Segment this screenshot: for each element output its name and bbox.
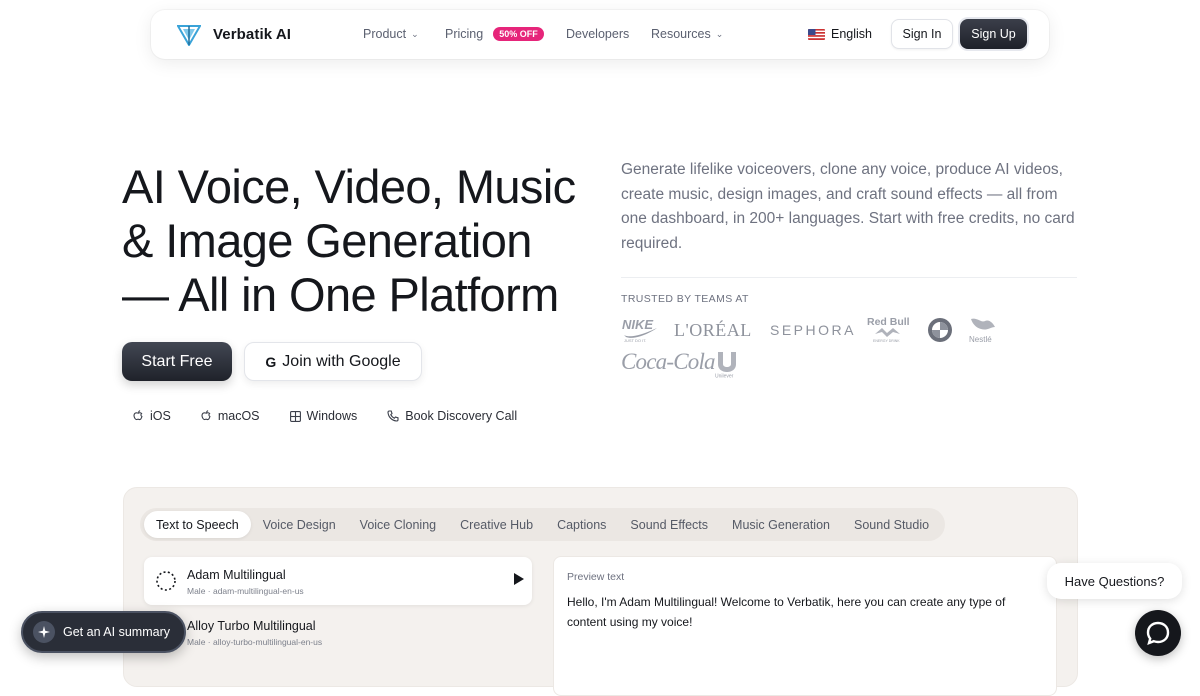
nav-developers-label: Developers: [566, 27, 630, 41]
chevron-down-icon: ⌄: [715, 28, 724, 39]
book-call-label: Book Discovery Call: [405, 409, 518, 423]
sparkle-icon: [33, 621, 55, 643]
apple-icon: [133, 409, 143, 420]
sephora-logo: SEPHORA: [770, 322, 856, 338]
join-google-label: Join with Google: [282, 352, 401, 370]
join-with-google-button[interactable]: G Join with Google: [244, 342, 422, 381]
windows-label: Windows: [306, 409, 358, 423]
sign-in-button[interactable]: Sign In: [891, 19, 953, 49]
svg-text:JUST DO IT.: JUST DO IT.: [624, 338, 646, 343]
have-questions-bubble[interactable]: Have Questions?: [1047, 563, 1182, 599]
preview-label: Preview text: [567, 571, 625, 583]
unilever-logo: Unilever: [714, 350, 740, 383]
voice-name: Alloy Turbo Multilingual: [187, 619, 316, 633]
apple-icon: [201, 409, 211, 420]
nav-resources[interactable]: Resources ⌄: [651, 27, 723, 41]
nav-product-label: Product: [363, 27, 407, 41]
hero-title-line: — All in One Platform: [122, 268, 559, 321]
trusted-by-label: TRUSTED BY TEAMS AT: [621, 293, 749, 305]
voice-avatar-icon: [156, 571, 176, 591]
macos-label: macOS: [217, 409, 260, 423]
product-demo-panel: Text to Speech Voice Design Voice Clonin…: [123, 487, 1078, 696]
hero-title-line: AI Voice, Video, Music: [122, 160, 576, 213]
tab-music-generation[interactable]: Music Generation: [720, 511, 842, 538]
nav-developers[interactable]: Developers: [566, 27, 629, 41]
bmw-logo: [927, 317, 953, 348]
platform-links: iOS macOS Windows Book Discovery Call: [133, 409, 547, 423]
discount-badge: 50% OFF: [493, 27, 544, 41]
voice-meta: Male · alloy-turbo-multilingual-en-us: [187, 637, 323, 647]
tab-voice-cloning[interactable]: Voice Cloning: [348, 511, 448, 538]
book-discovery-call-link[interactable]: Book Discovery Call: [387, 409, 517, 423]
redbull-logo: Red Bull ENERGY DRINK: [867, 315, 910, 348]
windows-icon: [289, 410, 301, 422]
ai-summary-label: Get an AI summary: [63, 625, 170, 639]
nike-logo: NIKE JUST DO IT.: [621, 315, 659, 348]
verbatik-logo-icon[interactable]: [177, 24, 201, 46]
voice-list-item[interactable]: Alloy Turbo Multilingual Male · alloy-tu…: [144, 608, 532, 656]
chat-button[interactable]: [1135, 610, 1181, 656]
nav-resources-label: Resources: [651, 27, 711, 41]
start-free-button[interactable]: Start Free: [122, 342, 232, 381]
language-label: English: [831, 27, 872, 41]
ios-link[interactable]: iOS: [133, 409, 171, 423]
preview-text-box[interactable]: Preview text Hello, I'm Adam Multilingua…: [553, 556, 1057, 696]
coca-cola-logo: Coca-Cola: [621, 349, 716, 374]
hero-title: AI Voice, Video, Music & Image Generatio…: [122, 160, 602, 322]
nestle-logo: Nestlé: [967, 315, 999, 350]
hero-description: Generate lifelike voiceovers, clone any …: [621, 161, 1075, 252]
nav-pricing[interactable]: Pricing 50% OFF: [445, 27, 544, 41]
feature-tabs: Text to Speech Voice Design Voice Clonin…: [140, 508, 946, 541]
svg-text:Nestlé: Nestlé: [969, 335, 992, 344]
macos-link[interactable]: macOS: [201, 409, 260, 423]
us-flag-icon: [808, 28, 825, 40]
phone-icon: [387, 410, 399, 422]
chat-bubble-icon: [1146, 621, 1170, 645]
loreal-logo: L'ORÉAL: [674, 320, 752, 340]
voice-list-item[interactable]: Adam Multilingual Male · adam-multilingu…: [144, 557, 532, 605]
windows-link[interactable]: Windows: [289, 409, 358, 423]
hero-title-line: & Image Generation: [122, 214, 532, 267]
voice-name: Adam Multilingual: [187, 568, 286, 582]
svg-text:Red Bull: Red Bull: [867, 316, 909, 328]
tab-creative-hub[interactable]: Creative Hub: [448, 511, 545, 538]
language-selector[interactable]: English: [808, 27, 872, 41]
tab-captions[interactable]: Captions: [545, 511, 618, 538]
voice-meta: Male · adam-multilingual-en-us: [187, 586, 304, 596]
tab-voice-design[interactable]: Voice Design: [251, 511, 348, 538]
preview-text[interactable]: Hello, I'm Adam Multilingual! Welcome to…: [567, 592, 1042, 632]
svg-text:ENERGY DRINK: ENERGY DRINK: [873, 339, 900, 343]
svg-text:NIKE: NIKE: [622, 317, 653, 332]
google-icon: G: [265, 353, 277, 370]
tab-text-to-speech[interactable]: Text to Speech: [144, 511, 251, 538]
ios-label: iOS: [150, 409, 171, 423]
brand-name[interactable]: Verbatik AI: [213, 26, 291, 43]
play-icon[interactable]: [514, 573, 524, 585]
sign-up-button[interactable]: Sign Up: [960, 19, 1027, 49]
divider: [621, 277, 1077, 278]
svg-text:Unilever: Unilever: [715, 374, 734, 379]
tab-sound-studio[interactable]: Sound Studio: [842, 511, 941, 538]
chevron-down-icon: ⌄: [411, 28, 419, 39]
ai-summary-button[interactable]: Get an AI summary: [21, 611, 186, 653]
top-navbar: Verbatik AI Product ⌄ Pricing 50% OFF De…: [151, 10, 1049, 59]
nav-product[interactable]: Product ⌄: [363, 27, 419, 41]
tab-sound-effects[interactable]: Sound Effects: [618, 511, 720, 538]
nav-pricing-label: Pricing: [445, 27, 484, 41]
